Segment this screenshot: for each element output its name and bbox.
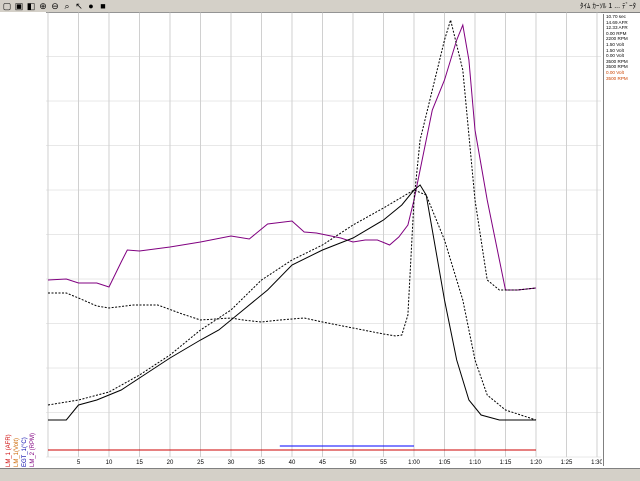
axis-label-afr: LM_1 (AFR) (6, 434, 12, 467)
zoom-in-icon[interactable]: ⊕ (38, 1, 48, 11)
x-tick-label: 40 (289, 460, 296, 466)
axis-label-rpm: LM_2 (RPM) (30, 432, 36, 467)
axis-label-egt: EGT_1(°C) (22, 437, 28, 467)
x-tick-label: 25 (197, 460, 204, 466)
x-tick-label: 1:30 (591, 460, 602, 466)
cursor-icon[interactable]: ↖ (74, 1, 84, 11)
x-tick-label: 5 (77, 460, 81, 466)
zoom-fit-icon[interactable]: ⌕ (62, 1, 72, 11)
zoom-out-icon[interactable]: ⊖ (50, 1, 60, 11)
x-tick-label: 1:20 (530, 460, 542, 466)
x-tick-label: 1:15 (500, 460, 512, 466)
open-icon[interactable]: ▢ (2, 1, 12, 11)
x-tick-label: 50 (350, 460, 357, 466)
record-icon[interactable]: ● (86, 1, 96, 11)
x-tick-label: 20 (167, 460, 174, 466)
x-tick-label: 1:00 (408, 460, 420, 466)
x-tick-label: 30 (228, 460, 235, 466)
x-tick-label: 15 (136, 460, 143, 466)
stop-icon[interactable]: ■ (98, 1, 108, 11)
x-tick-label: 45 (319, 460, 326, 466)
save-icon[interactable]: ▣ (14, 1, 24, 11)
status-bar (0, 468, 640, 481)
toolbar-title: ﾀｲﾑ ｶｰｿﾙ 1 ... ﾃﾞｰﾀ (579, 3, 636, 10)
x-tick-label: 35 (258, 460, 265, 466)
chart-plot-area[interactable]: 5 10 15 20 25 30 35 40 45 50 55 1:00 1:05 1:10 1:15 1:2… (46, 12, 602, 468)
x-tick-label: 1:05 (439, 460, 451, 466)
legend-panel: 10.70 sec 14.69 AFR 12.33 AFR 0.00 RPM 2200 … (603, 14, 638, 466)
y-axis-strip: LM_1 (AFR) LM_1(Volt) EGT_1(°C) LM_2 (RP… (0, 12, 46, 468)
x-tick-label: 55 (380, 460, 387, 466)
print-icon[interactable]: ◧ (26, 1, 36, 11)
legend-item: 3500 RPM (606, 75, 628, 81)
x-tick-label: 10 (106, 460, 113, 466)
x-tick-label: 1:25 (561, 460, 573, 466)
axis-label-volt: LM_1(Volt) (14, 437, 20, 467)
x-tick-label: 1:10 (469, 460, 481, 466)
